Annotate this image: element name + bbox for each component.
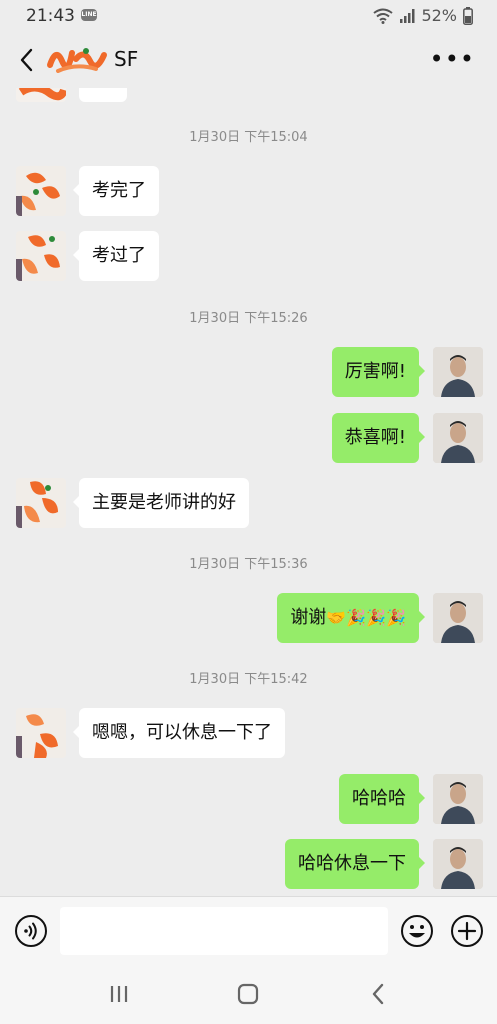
status-right: 52% — [373, 6, 473, 25]
partial-bubble — [79, 88, 127, 102]
message-text: 谢谢 — [290, 607, 327, 628]
message-input-bar — [0, 896, 497, 965]
self-avatar[interactable] — [433, 413, 483, 463]
message-bubble[interactable]: 恭喜啊! — [331, 413, 426, 463]
self-avatar[interactable] — [433, 774, 483, 824]
message-bubble[interactable]: 厉害啊! — [331, 347, 426, 397]
message-text-input[interactable] — [60, 907, 388, 955]
voice-icon[interactable] — [14, 914, 48, 948]
line-notification-icon: LINE — [81, 9, 97, 21]
message-timestamp: 1月30日 下午15:26 — [189, 311, 308, 326]
self-avatar[interactable] — [433, 839, 483, 889]
message-bubble[interactable]: 嗯嗯，可以休息一下了 — [73, 708, 285, 758]
contact-avatar[interactable] — [16, 231, 66, 281]
message-bubble[interactable]: 哈哈休息一下 — [285, 839, 425, 889]
contact-avatar[interactable] — [16, 88, 66, 102]
chat-title[interactable]: SF — [46, 44, 138, 74]
chat-messages[interactable]: 1月30日 下午15:04 考完了 考过了 1月30日 下午15:26 厉害啊! — [0, 88, 497, 896]
message-bubble[interactable]: 哈哈哈 — [339, 774, 425, 824]
signal-icon — [400, 8, 415, 23]
battery-percent: 52% — [421, 6, 457, 25]
message-bubble[interactable]: 考过了 — [73, 231, 159, 281]
emoji-sequence: 🤝🎉🎉🎉 — [326, 608, 406, 627]
wifi-icon — [373, 8, 394, 24]
contact-avatar[interactable] — [16, 478, 66, 528]
status-time: 21:43 — [26, 6, 75, 26]
message-timestamp: 1月30日 下午15:04 — [189, 130, 308, 145]
plus-icon[interactable] — [450, 914, 484, 948]
more-icon[interactable]: ••• — [430, 47, 475, 71]
message-timestamp: 1月30日 下午15:42 — [189, 672, 308, 687]
nav-back-icon[interactable] — [364, 980, 394, 1008]
message-timestamp: 1月30日 下午15:36 — [189, 557, 308, 572]
contact-name: SF — [114, 47, 139, 71]
home-icon[interactable] — [233, 980, 263, 1008]
self-avatar[interactable] — [433, 593, 483, 643]
emoji-icon[interactable] — [400, 914, 434, 948]
message-bubble[interactable]: 谢谢🤝🎉🎉🎉 — [277, 593, 425, 643]
chat-header: SF ••• — [0, 32, 497, 88]
back-arrow-icon[interactable] — [16, 46, 38, 74]
status-bar: 21:43 LINE 52% — [0, 0, 497, 32]
recent-apps-icon[interactable] — [104, 980, 134, 1008]
self-avatar[interactable] — [433, 347, 483, 397]
system-navigation-bar — [0, 964, 497, 1024]
contact-avatar[interactable] — [16, 166, 66, 216]
battery-icon — [463, 6, 473, 25]
contact-avatar[interactable] — [16, 708, 66, 758]
message-bubble[interactable]: 考完了 — [73, 166, 159, 216]
message-bubble[interactable]: 主要是老师讲的好 — [73, 478, 249, 528]
redacted-name-scribble — [47, 48, 107, 73]
